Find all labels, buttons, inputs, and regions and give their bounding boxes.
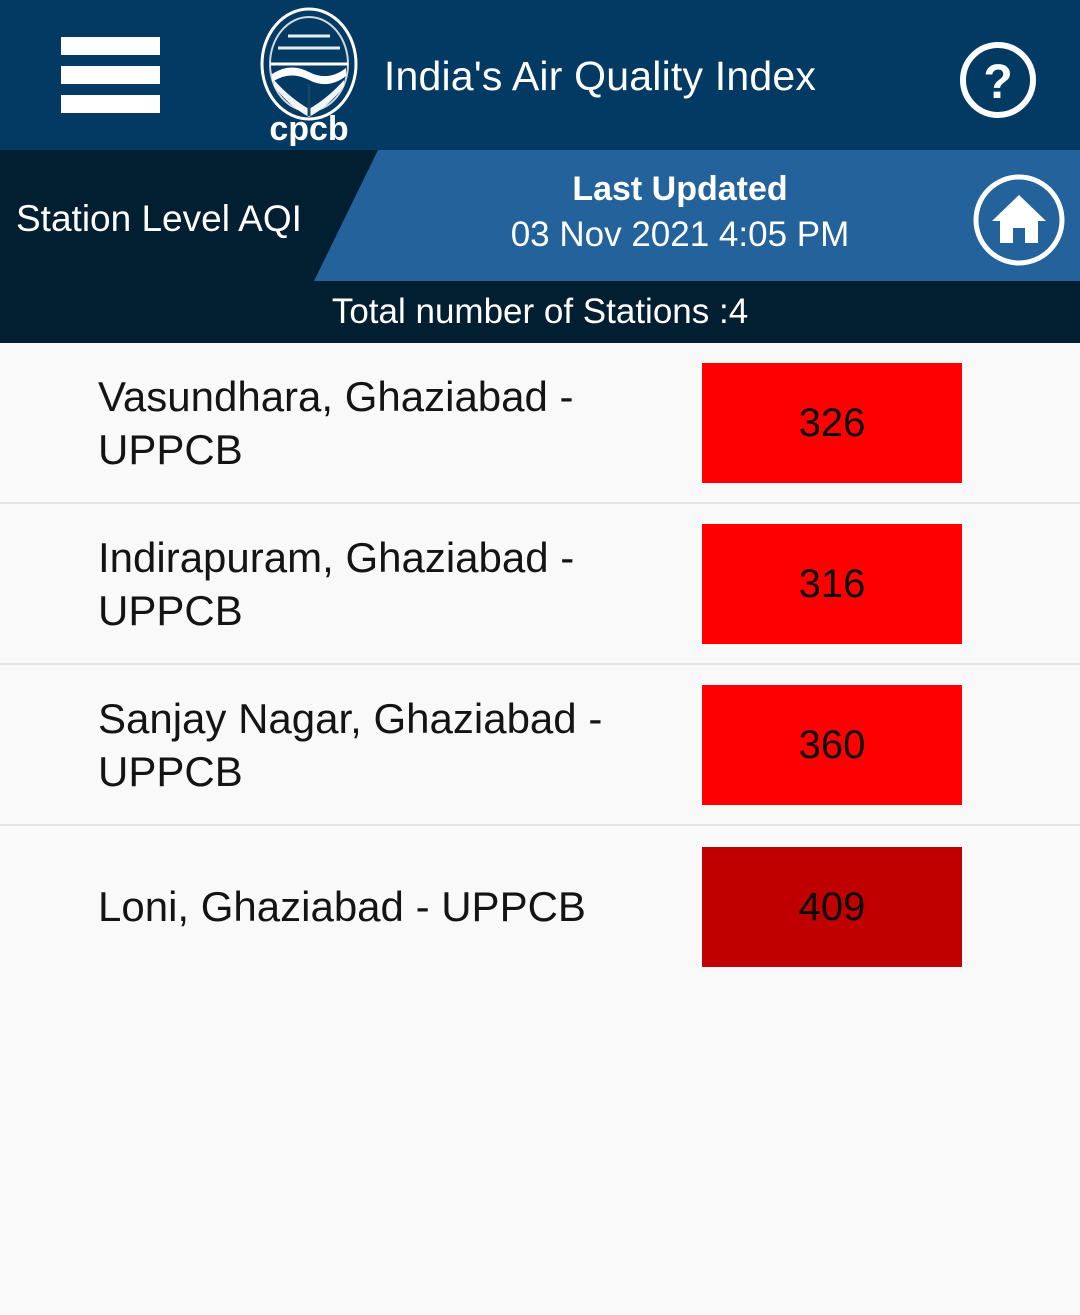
hamburger-bar-2 xyxy=(61,66,160,84)
station-name: Sanjay Nagar, Ghaziabad - UPPCB xyxy=(98,694,603,795)
total-stations-text: Total number of Stations :4 xyxy=(331,292,749,331)
svg-text:?: ? xyxy=(983,56,1012,109)
station-list: Vasundhara, Ghaziabad - UPPCB 326 Indira… xyxy=(0,343,1080,987)
sub-header-bar: Station Level AQI Last Updated 03 Nov 20… xyxy=(0,150,1080,281)
aqi-value-badge: 360 xyxy=(702,684,962,805)
hamburger-bar-3 xyxy=(61,95,160,113)
home-icon[interactable] xyxy=(970,171,1068,269)
station-name: Indirapuram, Ghaziabad - UPPCB xyxy=(98,533,575,634)
help-circle-icon[interactable]: ? xyxy=(958,40,1038,120)
page-title: India's Air Quality Index xyxy=(383,53,817,99)
station-name: Vasundhara, Ghaziabad - UPPCB xyxy=(98,372,574,473)
table-row[interactable]: Loni, Ghaziabad - UPPCB 409 xyxy=(0,826,1080,987)
app-root: cpcb India's Air Quality Index ? Station… xyxy=(0,0,1080,1315)
tab-station-level-aqi[interactable]: Station Level AQI xyxy=(16,197,302,241)
table-row[interactable]: Vasundhara, Ghaziabad - UPPCB 326 xyxy=(0,343,1080,504)
last-updated-block: Last Updated 03 Nov 2021 4:05 PM xyxy=(430,168,930,260)
top-app-bar: cpcb India's Air Quality Index ? xyxy=(0,0,1080,150)
aqi-value-badge: 316 xyxy=(702,523,962,644)
last-updated-label: Last Updated xyxy=(572,170,788,208)
aqi-value-badge: 409 xyxy=(702,846,962,967)
total-stations-bar: Total number of Stations :4 xyxy=(0,281,1080,343)
aqi-value-badge: 326 xyxy=(702,362,962,483)
table-row[interactable]: Sanjay Nagar, Ghaziabad - UPPCB 360 xyxy=(0,665,1080,826)
hamburger-menu-icon[interactable] xyxy=(61,37,160,113)
station-name: Loni, Ghaziabad - UPPCB xyxy=(98,883,586,930)
table-row[interactable]: Indirapuram, Ghaziabad - UPPCB 316 xyxy=(0,504,1080,665)
cpcb-logo-wordmark: cpcb xyxy=(269,110,348,146)
hamburger-bar-1 xyxy=(61,37,160,55)
last-updated-timestamp: 03 Nov 2021 4:05 PM xyxy=(510,215,850,254)
